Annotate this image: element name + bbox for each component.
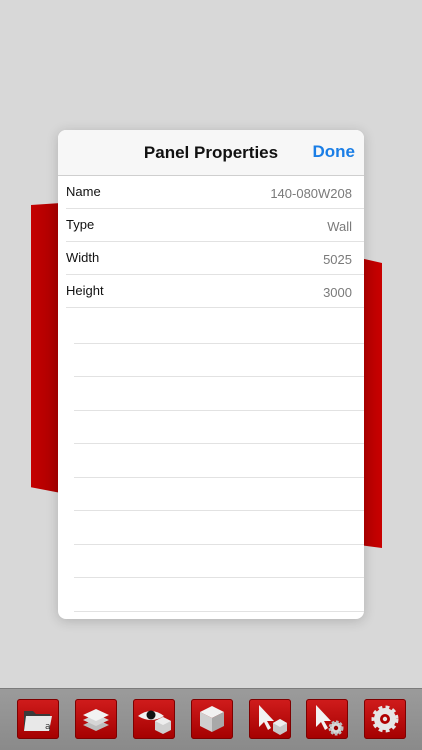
empty-list-area	[74, 310, 364, 612]
open-folder-button[interactable]: a	[17, 699, 59, 739]
property-label: Name	[66, 184, 101, 199]
layers-button[interactable]	[75, 699, 117, 739]
select-button[interactable]	[249, 699, 291, 739]
property-value: Wall	[327, 219, 352, 234]
layers-icon	[83, 709, 109, 731]
eye-icon	[138, 710, 171, 734]
cursor-settings-icon	[316, 705, 344, 736]
property-label: Type	[66, 217, 95, 232]
popover-header: Panel Properties Done	[58, 130, 364, 176]
bottom-toolbar: a	[0, 688, 422, 750]
empty-row	[74, 444, 364, 478]
property-value: 3000	[323, 285, 352, 300]
property-value: 140-080W208	[270, 186, 352, 201]
property-row-name[interactable]: Name 140-080W208	[66, 176, 364, 209]
gear-icon	[371, 705, 399, 733]
empty-row	[74, 344, 364, 377]
panel-properties-popover: Panel Properties Done Name 140-080W208 T…	[58, 130, 364, 619]
property-row-height[interactable]: Height 3000	[66, 275, 364, 308]
svg-text:a: a	[45, 722, 51, 732]
cube-icon	[200, 706, 224, 732]
empty-row	[74, 411, 364, 444]
properties-list: Name 140-080W208 Type Wall Width 5025 He…	[58, 176, 364, 308]
view-button[interactable]	[133, 699, 175, 739]
wall-panel-left[interactable]	[31, 203, 61, 493]
3d-view-button[interactable]	[191, 699, 233, 739]
empty-row	[74, 377, 364, 411]
property-row-type[interactable]: Type Wall	[66, 209, 364, 242]
select-settings-button[interactable]	[306, 699, 348, 739]
settings-button[interactable]	[364, 699, 406, 739]
empty-row	[74, 511, 364, 545]
empty-row	[74, 545, 364, 578]
empty-row	[74, 310, 364, 344]
property-row-width[interactable]: Width 5025	[66, 242, 364, 275]
property-value: 5025	[323, 252, 352, 267]
folder-icon: a	[24, 711, 52, 732]
property-label: Width	[66, 250, 100, 265]
property-label: Height	[66, 283, 104, 298]
select-cursor-icon	[259, 705, 287, 735]
empty-row	[74, 578, 364, 612]
empty-row	[74, 478, 364, 511]
done-button[interactable]: Done	[313, 142, 356, 162]
